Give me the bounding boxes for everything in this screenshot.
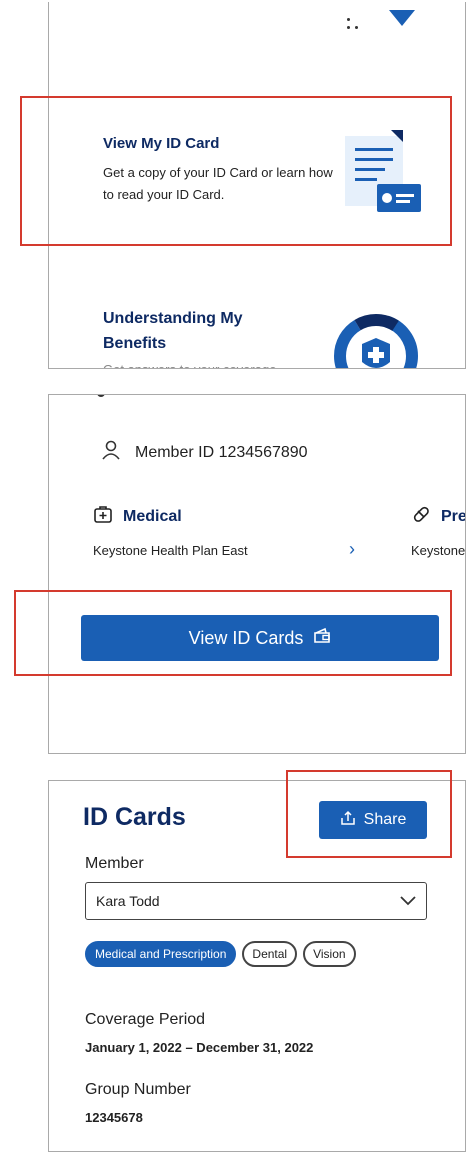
chevron-right-icon[interactable]: › xyxy=(349,539,355,560)
tab-dental[interactable]: Dental xyxy=(242,941,298,967)
pill-icon xyxy=(411,504,431,529)
highlight-box xyxy=(286,770,452,858)
card-description: Get answers to your coverage xyxy=(103,357,333,368)
member-select[interactable]: Kara Todd xyxy=(85,882,427,920)
plan-name[interactable]: Keystone xyxy=(411,543,465,558)
coverage-summary-panel: Member ID 1234567890 Medical Keystone He… xyxy=(48,394,466,754)
dots-decoration xyxy=(345,14,361,34)
coverage-period-value: January 1, 2022 – December 31, 2022 xyxy=(85,1040,314,1055)
plan-name[interactable]: Keystone Health Plan East xyxy=(93,543,248,558)
tab-medical-prescription[interactable]: Medical and Prescription xyxy=(85,941,237,967)
card-title: Understanding My Benefits xyxy=(103,310,243,352)
plan-type: Medical xyxy=(123,507,182,525)
member-label: Member xyxy=(85,855,144,872)
chevron-down-icon xyxy=(400,893,416,909)
shield-chart-icon xyxy=(331,308,421,368)
tab-vision[interactable]: Vision xyxy=(303,941,356,967)
member-id-row: Member ID 1234567890 xyxy=(101,440,308,465)
person-icon xyxy=(101,440,121,465)
medical-bag-icon xyxy=(93,504,113,529)
plan-header-medical: Medical xyxy=(93,504,182,529)
group-number-value: 12345678 xyxy=(85,1110,143,1125)
member-id-text: Member ID 1234567890 xyxy=(135,443,308,461)
coverage-period-label: Coverage Period xyxy=(85,1011,206,1028)
page-title: ID Cards xyxy=(83,803,186,831)
group-number-label: Group Number xyxy=(85,1081,191,1098)
member-value: Kara Todd xyxy=(96,893,160,909)
cut-off-text xyxy=(97,395,105,397)
coverage-tabs: Medical and Prescription Dental Vision xyxy=(85,941,356,967)
plan-type: Pre xyxy=(441,507,466,525)
chevron-down-icon[interactable] xyxy=(389,10,415,26)
plan-header-prescription: Pre xyxy=(411,504,466,529)
highlight-box xyxy=(14,590,452,676)
highlight-box xyxy=(20,96,452,246)
